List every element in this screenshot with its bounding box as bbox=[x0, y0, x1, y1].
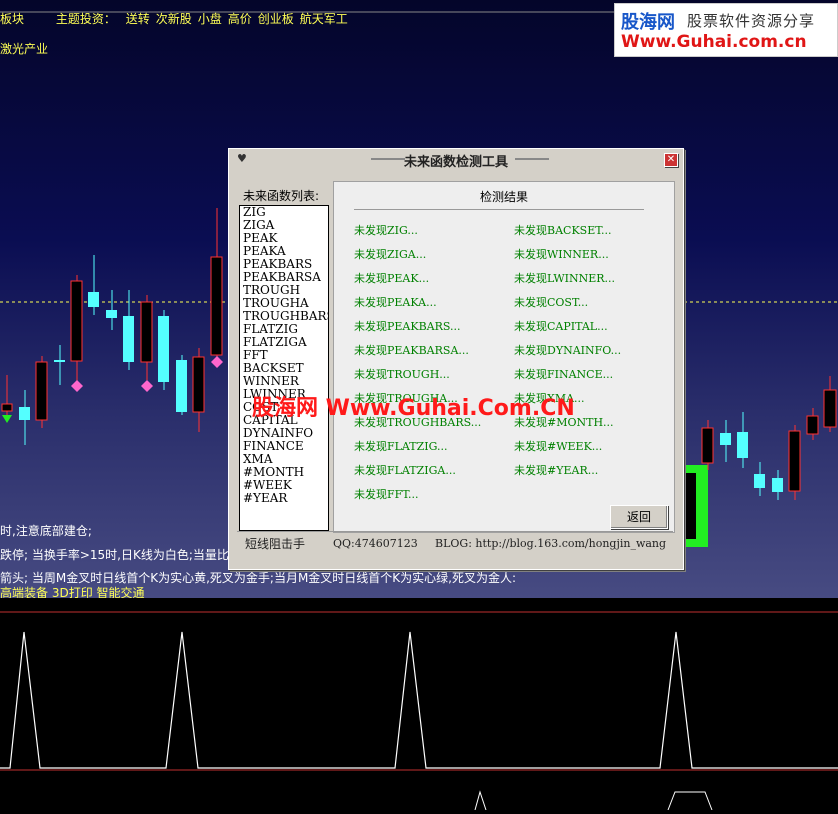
diamond-marker-icon bbox=[141, 380, 153, 392]
lower-indicator bbox=[667, 791, 713, 811]
candle bbox=[35, 356, 48, 428]
author-label: 短线阻击手 bbox=[245, 537, 306, 551]
candle bbox=[720, 420, 731, 462]
candle bbox=[19, 390, 30, 445]
result-item: 未发现WINNER... bbox=[514, 248, 609, 261]
candle bbox=[806, 408, 819, 440]
results-divider bbox=[354, 209, 644, 210]
lower-indicator bbox=[474, 790, 487, 811]
oscillator-canvas bbox=[0, 611, 838, 811]
candle bbox=[682, 465, 708, 547]
candle bbox=[1, 375, 13, 420]
theme-bar: 板块 主题投资： 送转 次新股 小盘 高价 创业板 航天军工 bbox=[0, 10, 354, 27]
result-item: 未发现PEAKBARSA... bbox=[354, 344, 469, 357]
sector-sub-label: 激光产业 bbox=[0, 42, 49, 56]
result-item: 未发现#WEEK... bbox=[514, 440, 603, 453]
title-decoration bbox=[515, 158, 549, 160]
result-item: 未发现CAPITAL... bbox=[514, 320, 608, 333]
result-item: 未发现FFT... bbox=[354, 488, 419, 501]
theme-tag[interactable]: 小盘 bbox=[198, 12, 222, 26]
theme-tag[interactable]: 航天军工 bbox=[300, 12, 348, 26]
result-item: 未发现PEAKBARS... bbox=[354, 320, 461, 333]
qq-label: QQ:474607123 bbox=[333, 537, 418, 550]
candle bbox=[176, 355, 187, 415]
result-item: 未发现PEAK... bbox=[354, 272, 430, 285]
function-list-label: 未来函数列表: bbox=[243, 189, 320, 203]
oscillator-line bbox=[0, 631, 838, 769]
close-button[interactable]: ✕ bbox=[664, 153, 678, 167]
candle bbox=[54, 345, 65, 385]
dialog-title: 未来函数检测工具 bbox=[403, 155, 508, 170]
candle bbox=[158, 310, 169, 390]
candle bbox=[140, 295, 153, 380]
result-item: 未发现TROUGH... bbox=[354, 368, 450, 381]
footer-divider bbox=[237, 531, 673, 532]
diamond-marker-icon bbox=[71, 380, 83, 392]
theme-tag[interactable]: 送转 bbox=[126, 12, 150, 26]
result-item: 未发现PEAKA... bbox=[354, 296, 437, 309]
result-item: 未发现DYNAINFO... bbox=[514, 344, 622, 357]
back-button[interactable]: 返回 bbox=[610, 505, 668, 529]
candle bbox=[823, 376, 837, 432]
theme-tag[interactable]: 创业板 bbox=[258, 12, 294, 26]
candle bbox=[192, 348, 205, 432]
results-panel: 检测结果 未发现ZIG... 未发现ZIGA... 未发现PEAK... 未发现… bbox=[333, 181, 675, 533]
result-item: 未发现COST... bbox=[514, 296, 589, 309]
down-arrow-icon bbox=[2, 415, 12, 423]
blog-label: BLOG: http://blog.163.com/hongjin_wang bbox=[435, 537, 667, 550]
diamond-marker-icon bbox=[211, 356, 223, 368]
function-item[interactable]: #YEAR bbox=[240, 492, 328, 505]
result-item: 未发现LWINNER... bbox=[514, 272, 616, 285]
logo-slogan: 股票软件资源分享 bbox=[687, 12, 816, 30]
info-line: 时,注意底部建仓; bbox=[0, 524, 92, 538]
result-item: 未发现FLATZIG... bbox=[354, 440, 448, 453]
watermark-text: 股海网 Www.Guhai.Com.CN bbox=[252, 396, 575, 421]
result-item: 未发现#YEAR... bbox=[514, 464, 599, 477]
candle bbox=[210, 208, 223, 362]
block-label: 板块 bbox=[0, 12, 25, 26]
candle bbox=[70, 275, 83, 382]
theme-label: 主题投资： bbox=[55, 12, 116, 26]
result-item: 未发现FINANCE... bbox=[514, 368, 614, 381]
candle bbox=[737, 412, 748, 468]
theme-tag[interactable]: 高价 bbox=[228, 12, 252, 26]
logo-name: 股海网 bbox=[621, 12, 675, 33]
result-item: 未发现ZIGA... bbox=[354, 248, 427, 261]
dialog-titlebar[interactable]: ♥ 未来函数检测工具 ✕ bbox=[229, 149, 683, 170]
result-item: 未发现BACKSET... bbox=[514, 224, 612, 237]
oscillator-panel[interactable] bbox=[0, 598, 838, 811]
candle bbox=[88, 255, 99, 315]
result-item: 未发现ZIG... bbox=[354, 224, 418, 237]
result-item: 未发现FLATZIGA... bbox=[354, 464, 456, 477]
candle bbox=[772, 470, 783, 500]
logo-url: Www.Guhai.com.cn bbox=[621, 32, 807, 52]
future-function-dialog[interactable]: ♥ 未来函数检测工具 ✕ 未来函数列表: ZIG ZIGA PEAK PEAKA… bbox=[228, 148, 684, 570]
guhai-logo: 股海网 股票软件资源分享 Www.Guhai.com.cn bbox=[614, 3, 838, 57]
candle bbox=[106, 290, 117, 330]
results-title: 检测结果 bbox=[479, 190, 528, 204]
function-list[interactable]: ZIG ZIGA PEAK PEAKA PEAKBARS PEAKBARSA T… bbox=[239, 205, 329, 531]
candle bbox=[788, 425, 801, 500]
candle bbox=[701, 420, 714, 470]
theme-tag[interactable]: 次新股 bbox=[156, 12, 192, 26]
info-line: 跌停; 当换手率>15时,日K线为白色;当量比> bbox=[0, 548, 239, 562]
candle bbox=[754, 462, 765, 496]
